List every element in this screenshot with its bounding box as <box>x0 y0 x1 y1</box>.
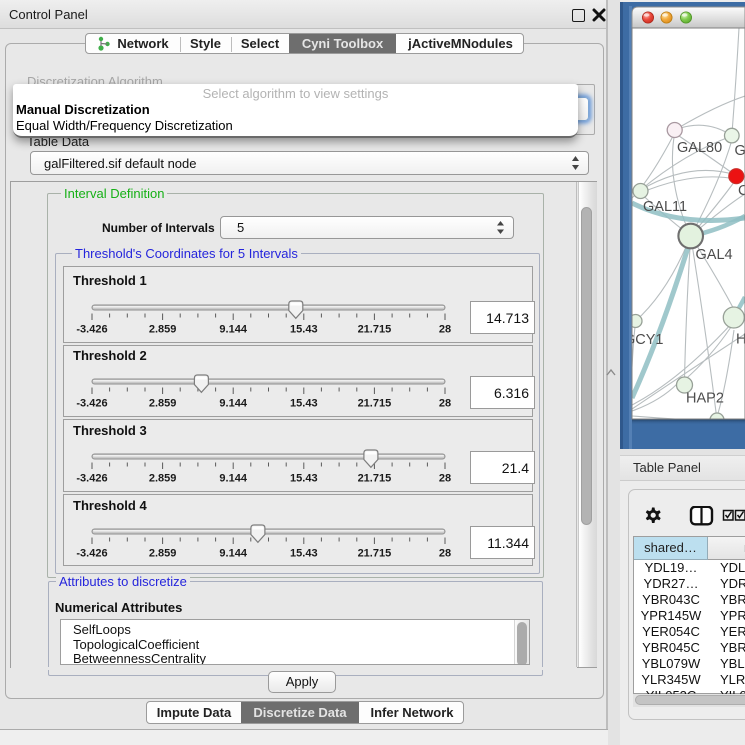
svg-text:21.715: 21.715 <box>358 324 392 336</box>
svg-text:28: 28 <box>439 324 451 336</box>
svg-text:2.859: 2.859 <box>149 548 177 560</box>
svg-text:2.859: 2.859 <box>149 398 177 410</box>
svg-text:15.43: 15.43 <box>290 324 318 336</box>
svg-text:2.859: 2.859 <box>149 324 177 336</box>
svg-text:-3.426: -3.426 <box>76 548 107 560</box>
svg-text:GAL3: GAL3 <box>735 143 745 159</box>
svg-text:-3.426: -3.426 <box>76 398 107 410</box>
svg-text:28: 28 <box>439 548 451 560</box>
svg-text:GAL11: GAL11 <box>643 199 687 215</box>
svg-text:9.144: 9.144 <box>219 473 247 485</box>
svg-text:HIS4: HIS4 <box>736 332 745 348</box>
svg-text:9.144: 9.144 <box>219 548 247 560</box>
svg-text:-3.426: -3.426 <box>76 324 107 336</box>
svg-text:21.715: 21.715 <box>358 548 392 560</box>
svg-text:HAP2: HAP2 <box>686 391 724 407</box>
svg-text:-3.426: -3.426 <box>76 473 107 485</box>
svg-text:9.144: 9.144 <box>219 398 247 410</box>
svg-text:28: 28 <box>439 398 451 410</box>
svg-text:21.715: 21.715 <box>358 473 392 485</box>
svg-text:GAL80: GAL80 <box>677 140 722 156</box>
svg-text:15.43: 15.43 <box>290 473 318 485</box>
svg-text:28: 28 <box>439 473 451 485</box>
svg-text:2.859: 2.859 <box>149 473 177 485</box>
svg-text:CDC5: CDC5 <box>738 183 745 199</box>
svg-text:15.43: 15.43 <box>290 548 318 560</box>
svg-text:21.715: 21.715 <box>358 398 392 410</box>
svg-text:GAL4: GAL4 <box>696 247 733 263</box>
svg-text:15.43: 15.43 <box>290 398 318 410</box>
svg-text:9.144: 9.144 <box>219 324 247 336</box>
